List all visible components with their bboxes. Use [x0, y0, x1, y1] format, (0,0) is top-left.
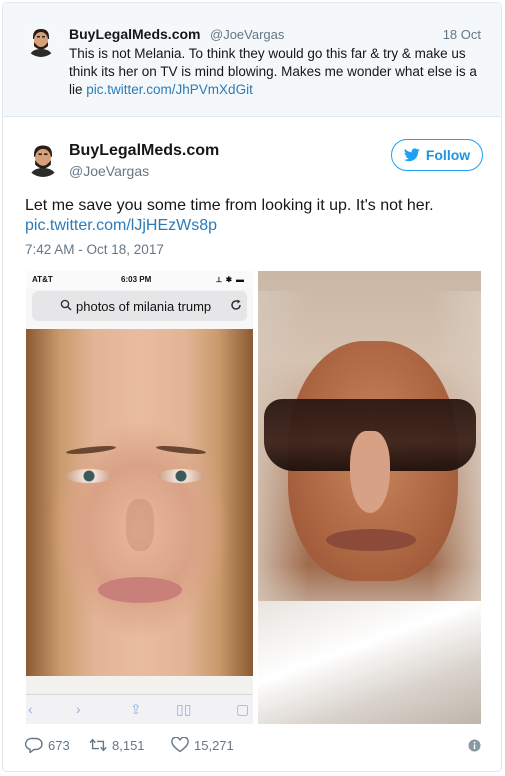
heart-icon	[171, 737, 189, 753]
follow-label: Follow	[425, 147, 471, 163]
tweet-media-link[interactable]: pic.twitter.com/lJjHEzWs8p	[25, 217, 217, 235]
retweet-count: 8,151	[112, 737, 145, 753]
status-carrier: AT&T	[32, 275, 53, 284]
search-icon	[60, 299, 72, 311]
author-avatar[interactable]	[25, 141, 61, 177]
back-icon: ‹	[28, 701, 33, 717]
like-count: 15,271	[194, 737, 234, 753]
bookmarks-icon: ▯▯	[176, 701, 192, 717]
forward-icon: ›	[76, 701, 81, 717]
tweet-media[interactable]: AT&T 6:03 PM ⟂ ✱ ▬ photos of milania tru…	[26, 271, 481, 724]
retweet-icon	[89, 738, 107, 752]
author-name[interactable]: BuyLegalMeds.com	[69, 142, 219, 160]
author-handle[interactable]: @JoeVargas	[69, 163, 149, 179]
browser-toolbar: ‹ › ⇪ ▯▯ ▢	[26, 694, 253, 724]
parent-tweet-text: This is not Melania. To think they would…	[69, 45, 489, 99]
info-icon[interactable]	[468, 739, 481, 752]
phone-status-bar: AT&T 6:03 PM ⟂ ✱ ▬	[26, 271, 253, 289]
like-button[interactable]: 15,271	[171, 737, 234, 753]
twitter-bird-icon	[403, 148, 420, 162]
tweet-actions: 673 8,151 15,271	[25, 737, 485, 757]
author-name[interactable]: BuyLegalMeds.com	[69, 26, 200, 42]
tweet-date[interactable]: 18 Oct	[443, 27, 481, 42]
reply-button[interactable]: 673	[25, 737, 70, 753]
reply-count: 673	[48, 737, 70, 753]
tweet-text: Let me save you some time from looking i…	[25, 197, 434, 214]
media-image-left[interactable]: AT&T 6:03 PM ⟂ ✱ ▬ photos of milania tru…	[26, 271, 253, 724]
status-icons: ⟂ ✱ ▬	[216, 275, 245, 284]
reload-icon	[231, 299, 241, 310]
browser-search-bar: photos of milania trump	[32, 291, 247, 321]
status-time: 6:03 PM	[121, 275, 152, 284]
parent-tweet[interactable]: BuyLegalMeds.com @JoeVargas 18 Oct This …	[3, 3, 501, 117]
parent-tweet-link[interactable]: pic.twitter.com/JhPVmXdGit	[86, 82, 253, 97]
share-icon: ⇪	[130, 701, 142, 717]
tweet-timestamp[interactable]: 7:42 AM - Oct 18, 2017	[25, 242, 164, 257]
search-query: photos of milania trump	[76, 299, 212, 314]
reply-icon	[25, 737, 43, 753]
tweet-card: BuyLegalMeds.com @JoeVargas 18 Oct This …	[2, 2, 502, 772]
author-handle[interactable]: @JoeVargas	[210, 27, 284, 42]
follow-button[interactable]: Follow	[391, 139, 483, 171]
retweet-button[interactable]: 8,151	[89, 737, 145, 753]
media-image-right[interactable]	[258, 271, 481, 724]
face-photo-left	[26, 329, 253, 694]
tabs-icon: ▢	[236, 701, 250, 717]
author-avatar[interactable]	[25, 25, 57, 57]
